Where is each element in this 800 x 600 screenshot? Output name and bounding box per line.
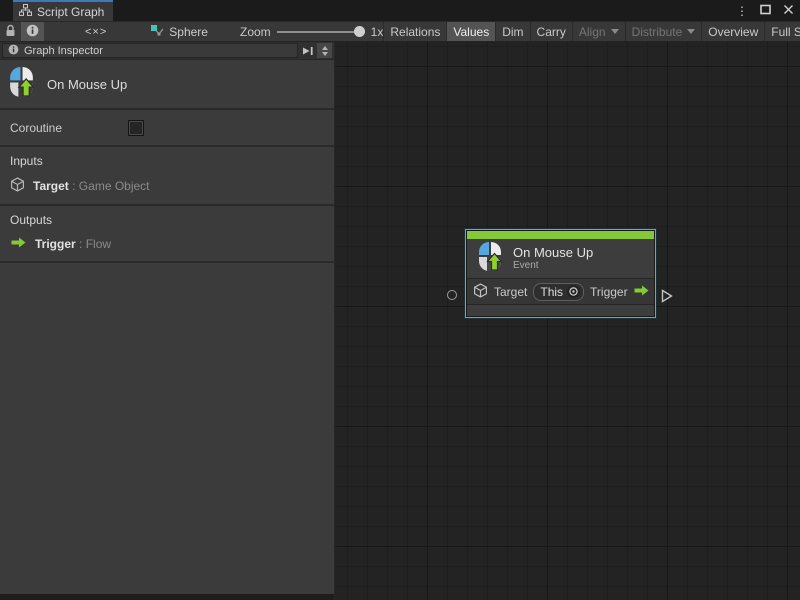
- port-name: Target: [33, 179, 69, 193]
- outputs-section: Outputs Trigger : Flow: [0, 206, 334, 263]
- port-name: Trigger: [35, 237, 76, 251]
- graph-toolbar: <×> Sphere Zoom 1x: [0, 21, 800, 42]
- tab-script-graph[interactable]: Script Graph: [13, 0, 113, 21]
- on-mouse-up-icon: [8, 67, 35, 101]
- dock-right-icon: [302, 45, 314, 57]
- chevron-down-icon: [322, 52, 328, 56]
- chevron-up-icon: [322, 46, 328, 50]
- output-port-connector[interactable]: [661, 289, 673, 306]
- on-mouse-up-icon: [477, 242, 503, 275]
- inputs-section: Inputs Target : Game Object: [0, 147, 334, 206]
- breadcrumb[interactable]: Sphere: [150, 22, 208, 41]
- zoom-slider-track: [277, 31, 365, 33]
- node-title: On Mouse Up: [513, 245, 593, 260]
- zoom-control: Zoom 1x: [240, 22, 383, 41]
- cube-icon: [473, 283, 488, 301]
- port-type: : Flow: [79, 237, 111, 251]
- main-area: Graph Inspector: [0, 42, 800, 600]
- input-port-connector[interactable]: [447, 290, 457, 300]
- distribute-dropdown[interactable]: Distribute: [625, 22, 702, 41]
- panel-bottom-edge: [0, 594, 334, 600]
- radio-target-icon: [567, 285, 580, 298]
- node-subtitle: Event: [513, 260, 593, 272]
- coroutine-row: Coroutine: [0, 110, 334, 147]
- target-port-label: Target: [494, 285, 527, 299]
- port-type: : Game Object: [72, 179, 149, 193]
- full-screen-button[interactable]: Full Screen: [764, 22, 800, 41]
- output-row-trigger: Trigger : Flow: [10, 236, 324, 252]
- window-controls: ⋮: [734, 0, 796, 21]
- toolbar-right: Relations Values Dim Carry Align Distrib…: [383, 22, 800, 41]
- code-icon: <×>: [85, 26, 107, 38]
- script-graph-window: Script Graph ⋮: [0, 0, 800, 600]
- values-button[interactable]: Values: [446, 22, 495, 41]
- overview-button[interactable]: Overview: [701, 22, 764, 41]
- chevron-down-icon: [687, 29, 695, 34]
- target-value-chip[interactable]: This: [533, 283, 584, 301]
- close-icon[interactable]: [780, 3, 796, 18]
- graph-inspector-panel: Graph Inspector: [0, 42, 335, 600]
- inputs-heading: Inputs: [10, 154, 324, 168]
- node-header: On Mouse Up Event: [467, 239, 654, 279]
- outputs-heading: Outputs: [10, 213, 324, 227]
- zoom-slider-knob[interactable]: [354, 26, 365, 37]
- tab-bar: Script Graph ⋮: [0, 0, 800, 21]
- inspector-title-field: Graph Inspector: [2, 43, 298, 58]
- graph-owner-icon: [150, 24, 164, 40]
- maximize-icon[interactable]: [757, 3, 773, 18]
- carry-button[interactable]: Carry: [530, 22, 572, 41]
- lock-button[interactable]: [0, 22, 21, 41]
- event-color-bar: [467, 231, 654, 239]
- align-dropdown[interactable]: Align: [572, 22, 625, 41]
- breadcrumb-label: Sphere: [169, 25, 208, 39]
- on-mouse-up-node[interactable]: On Mouse Up Event Target: [465, 229, 656, 318]
- distribute-label: Distribute: [632, 25, 683, 39]
- unit-header: On Mouse Up: [0, 60, 334, 110]
- zoom-value: 1x: [371, 25, 384, 39]
- toolbar-left: <×> Sphere Zoom 1x: [0, 22, 383, 41]
- lock-icon: [5, 24, 16, 40]
- inspector-header-bar: Graph Inspector: [0, 42, 334, 60]
- trigger-port-label: Trigger: [590, 285, 628, 299]
- scroll-spinner[interactable]: [317, 43, 332, 58]
- coroutine-checkbox[interactable]: [128, 120, 144, 136]
- flow-arrow-icon: [10, 236, 27, 252]
- inspector-title: Graph Inspector: [24, 45, 103, 57]
- coroutine-label: Coroutine: [10, 121, 62, 135]
- unit-title: On Mouse Up: [47, 77, 127, 92]
- inspector-toggle-button[interactable]: [21, 22, 44, 41]
- align-label: Align: [579, 25, 606, 39]
- node-body: On Mouse Up Event Target: [466, 230, 655, 317]
- flow-arrow-icon: [633, 284, 650, 300]
- tab-label: Script Graph: [37, 5, 104, 19]
- inspector-empty-area: [0, 263, 334, 594]
- graph-canvas[interactable]: On Mouse Up Event Target: [335, 42, 800, 600]
- node-port-row: Target This: [467, 279, 654, 305]
- input-row-target: Target : Game Object: [10, 177, 324, 195]
- target-value: This: [540, 285, 563, 299]
- dim-button[interactable]: Dim: [495, 22, 529, 41]
- code-view-button[interactable]: <×>: [80, 22, 112, 41]
- event-node-wrap: On Mouse Up Event Target: [465, 229, 656, 318]
- relations-button[interactable]: Relations: [383, 22, 446, 41]
- chevron-down-icon: [611, 29, 619, 34]
- window-menu-icon[interactable]: ⋮: [734, 4, 750, 18]
- dock-right-button[interactable]: [300, 42, 316, 59]
- node-footer: [467, 305, 654, 316]
- info-icon: [8, 44, 19, 58]
- info-icon: [26, 24, 39, 40]
- zoom-slider[interactable]: [277, 21, 365, 42]
- cube-icon: [10, 177, 25, 195]
- script-graph-icon: [19, 4, 32, 19]
- zoom-label: Zoom: [240, 25, 271, 39]
